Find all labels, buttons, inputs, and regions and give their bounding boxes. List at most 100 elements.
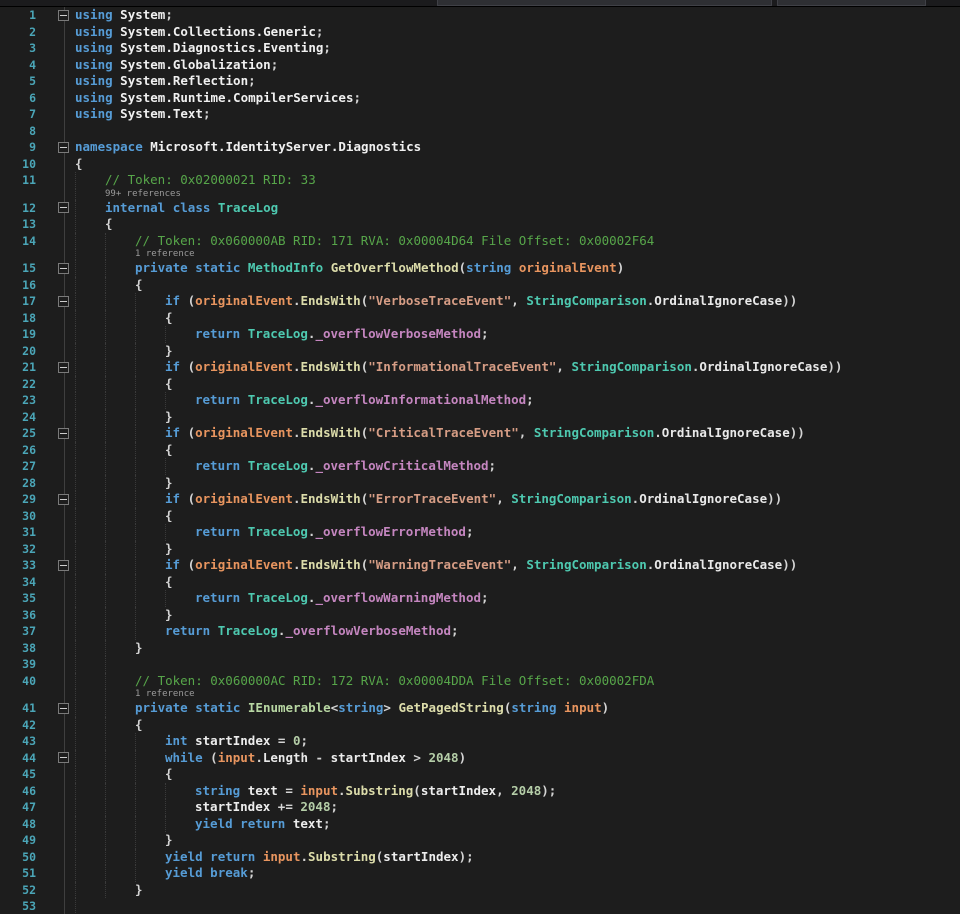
code-line[interactable]: 38} [0,640,960,657]
code-line-content[interactable]: { [75,156,960,173]
code-line[interactable]: 41private static IEnumerable<string> Get… [0,700,960,717]
references-codelens-link[interactable]: 99+ references [105,189,181,200]
code-line[interactable]: 50yield return input.Substring(startInde… [0,849,960,866]
code-line[interactable]: 2using System.Collections.Generic; [0,24,960,41]
code-line-content[interactable]: } [75,607,960,624]
code-line[interactable]: 18{ [0,310,960,327]
code-line[interactable]: 40// Token: 0x060000AC RID: 172 RVA: 0x0… [0,673,960,690]
code-line[interactable]: 27return TraceLog._overflowCriticalMetho… [0,458,960,475]
code-line[interactable]: 23return TraceLog._overflowInformational… [0,392,960,409]
code-line[interactable]: 31return TraceLog._overflowErrorMethod; [0,524,960,541]
code-line[interactable]: 49} [0,832,960,849]
code-line-content[interactable]: return TraceLog._overflowWarningMethod; [75,590,960,607]
code-line-content[interactable]: } [75,882,960,899]
code-line[interactable]: 22{ [0,376,960,393]
code-line[interactable]: 51yield break; [0,865,960,882]
code-line-content[interactable]: return TraceLog._overflowVerboseMethod; [75,623,960,640]
toolbar-control-fragment[interactable] [777,0,926,6]
collapse-region-button[interactable] [58,752,69,763]
code-editor[interactable]: 1using System;2using System.Collections.… [0,7,960,914]
collapse-region-button[interactable] [58,428,69,439]
references-codelens-link[interactable]: 1 reference [135,689,195,700]
code-line-content[interactable]: } [75,409,960,426]
code-line[interactable]: 1using System; [0,7,960,24]
code-line[interactable]: 44while (input.Length - startIndex > 204… [0,750,960,767]
code-line[interactable]: 52} [0,882,960,899]
code-line[interactable]: 13{ [0,216,960,233]
code-line[interactable]: 42{ [0,717,960,734]
code-line[interactable]: 11// Token: 0x02000021 RID: 33 [0,172,960,189]
code-line[interactable]: 16{ [0,277,960,294]
code-line[interactable]: 32} [0,541,960,558]
code-line-content[interactable]: { [75,574,960,591]
code-line-content[interactable] [75,123,960,140]
code-line-content[interactable]: return TraceLog._overflowCriticalMethod; [75,458,960,475]
code-line[interactable]: 53 [0,898,960,914]
code-line-content[interactable]: { [75,277,960,294]
code-line[interactable]: 6using System.Runtime.CompilerServices; [0,90,960,107]
toolbar-combobox-fragment[interactable] [437,0,772,6]
code-line-content[interactable]: { [75,442,960,459]
code-line-content[interactable]: { [75,310,960,327]
code-line-content[interactable]: return TraceLog._overflowVerboseMethod; [75,326,960,343]
collapse-region-button[interactable] [58,10,69,21]
code-line[interactable]: 15private static MethodInfo GetOverflowM… [0,260,960,277]
code-line[interactable]: 21if (originalEvent.EndsWith("Informatio… [0,359,960,376]
code-line[interactable]: 20} [0,343,960,360]
code-line-content[interactable]: if (originalEvent.EndsWith("VerboseTrace… [75,293,960,310]
code-line[interactable]: 9namespace Microsoft.IdentityServer.Diag… [0,139,960,156]
code-line-content[interactable]: if (originalEvent.EndsWith("CriticalTrac… [75,425,960,442]
code-line-content[interactable]: using System.Reflection; [75,73,960,90]
code-line-content[interactable]: } [75,475,960,492]
code-line[interactable]: 19return TraceLog._overflowVerboseMethod… [0,326,960,343]
code-line[interactable]: 24} [0,409,960,426]
code-line-content[interactable]: using System; [75,7,960,24]
code-line-content[interactable]: private static MethodInfo GetOverflowMet… [75,260,960,277]
code-line[interactable]: 17if (originalEvent.EndsWith("VerboseTra… [0,293,960,310]
code-line-content[interactable]: // Token: 0x060000AB RID: 171 RVA: 0x000… [75,233,960,250]
code-line[interactable]: 48yield return text; [0,816,960,833]
code-line-content[interactable]: 1 reference [75,689,960,700]
code-line[interactable]: 14// Token: 0x060000AB RID: 171 RVA: 0x0… [0,233,960,250]
code-line-content[interactable]: if (originalEvent.EndsWith("ErrorTraceEv… [75,491,960,508]
code-line-content[interactable]: while (input.Length - startIndex > 2048) [75,750,960,767]
code-line-content[interactable] [75,898,960,914]
code-line-content[interactable]: yield return input.Substring(startIndex)… [75,849,960,866]
collapse-region-button[interactable] [58,703,69,714]
code-line-content[interactable]: string text = input.Substring(startIndex… [75,783,960,800]
code-line-content[interactable]: 1 reference [75,249,960,260]
code-line-content[interactable]: using System.Diagnostics.Eventing; [75,40,960,57]
code-line[interactable]: 10{ [0,156,960,173]
code-line[interactable]: 25if (originalEvent.EndsWith("CriticalTr… [0,425,960,442]
code-line-content[interactable]: startIndex += 2048; [75,799,960,816]
code-line-content[interactable]: { [75,766,960,783]
collapse-region-button[interactable] [58,263,69,274]
code-line-content[interactable]: yield return text; [75,816,960,833]
collapse-region-button[interactable] [58,494,69,505]
code-line-content[interactable]: // Token: 0x02000021 RID: 33 [75,172,960,189]
code-line[interactable]: 47startIndex += 2048; [0,799,960,816]
collapse-region-button[interactable] [58,560,69,571]
code-line-content[interactable]: int startIndex = 0; [75,733,960,750]
code-line[interactable]: 36} [0,607,960,624]
code-line-content[interactable]: using System.Globalization; [75,57,960,74]
code-line-content[interactable]: // Token: 0x060000AC RID: 172 RVA: 0x000… [75,673,960,690]
code-line-content[interactable]: if (originalEvent.EndsWith("WarningTrace… [75,557,960,574]
code-line[interactable]: 5using System.Reflection; [0,73,960,90]
code-line[interactable]: 35return TraceLog._overflowWarningMethod… [0,590,960,607]
code-line-content[interactable]: private static IEnumerable<string> GetPa… [75,700,960,717]
code-line-content[interactable]: using System.Collections.Generic; [75,24,960,41]
code-line-content[interactable]: } [75,640,960,657]
code-line-content[interactable]: { [75,717,960,734]
code-line-content[interactable] [75,656,960,673]
code-line[interactable]: 29if (originalEvent.EndsWith("ErrorTrace… [0,491,960,508]
code-line[interactable]: 26{ [0,442,960,459]
code-line-content[interactable]: namespace Microsoft.IdentityServer.Diagn… [75,139,960,156]
code-line-content[interactable]: { [75,216,960,233]
code-line-content[interactable]: if (originalEvent.EndsWith("Informationa… [75,359,960,376]
code-line[interactable]: 43int startIndex = 0; [0,733,960,750]
code-line[interactable]: 28} [0,475,960,492]
collapse-region-button[interactable] [58,296,69,307]
code-line-content[interactable]: 99+ references [75,189,960,200]
code-line-content[interactable]: { [75,376,960,393]
